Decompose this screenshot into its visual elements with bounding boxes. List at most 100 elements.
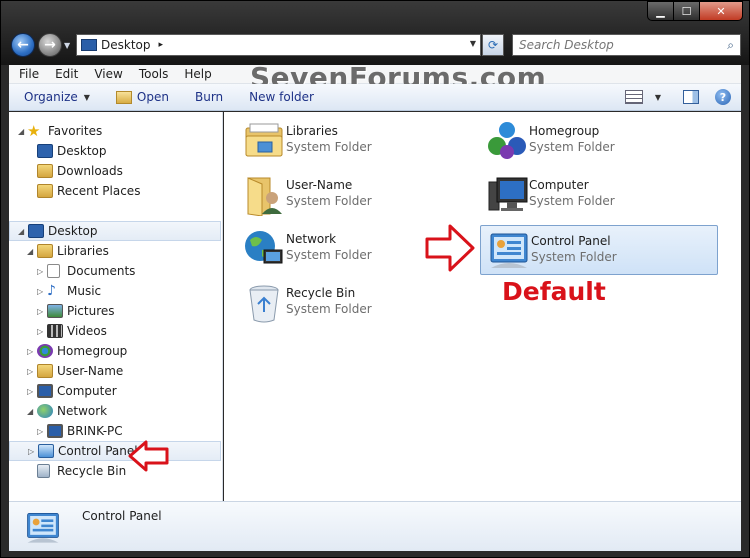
forward-button[interactable]: →: [38, 33, 62, 57]
menu-file[interactable]: File: [19, 67, 39, 81]
expand-arrow-icon[interactable]: ◢: [18, 227, 24, 236]
view-controls: ▼ ?: [624, 89, 731, 105]
search-input[interactable]: [519, 38, 719, 52]
collapse-arrow-icon[interactable]: ▷: [28, 447, 34, 456]
content-item-recycle-bin[interactable]: Recycle Bin System Folder: [236, 278, 476, 328]
content-item-user-name[interactable]: User-Name System Folder: [236, 170, 476, 220]
item-type: System Folder: [286, 140, 372, 154]
documents-icon: [47, 264, 60, 278]
user-folder-icon: [37, 364, 53, 378]
help-icon[interactable]: ?: [715, 89, 731, 105]
collapse-arrow-icon[interactable]: ▷: [37, 427, 43, 436]
tree-label: Pictures: [67, 304, 115, 318]
expand-arrow-icon[interactable]: ◢: [27, 407, 33, 416]
tree-label: Control Panel: [58, 444, 138, 458]
tree-item-favorites[interactable]: ◢ ★ Favorites: [9, 121, 221, 141]
expand-arrow-icon[interactable]: ◢: [18, 127, 24, 136]
back-button[interactable]: ←: [11, 33, 35, 57]
address-dropdown-icon[interactable]: ▼: [470, 39, 476, 48]
tree-item-desktop[interactable]: ◢ Desktop: [9, 221, 221, 241]
tree-label: Computer: [57, 384, 117, 398]
preview-pane-icon[interactable]: [683, 90, 699, 104]
recycle-bin-icon: [37, 464, 50, 478]
search-box[interactable]: ⌕: [512, 34, 741, 56]
item-name: Network: [286, 232, 337, 246]
network-icon: [245, 231, 283, 264]
minimize-button[interactable]: ▁: [647, 1, 673, 21]
tree-item-control-panel[interactable]: ▷ Control Panel: [9, 441, 221, 461]
desktop-icon: [37, 144, 53, 158]
tree-item-libraries[interactable]: ◢ Libraries: [9, 241, 221, 261]
command-bar: Organize ▼ Open Burn New folder ▼ ?: [9, 84, 741, 111]
user-folder-icon: [247, 177, 282, 216]
tree-item-documents[interactable]: ▷ Documents: [9, 261, 221, 281]
tree-item-videos[interactable]: ▷ Videos: [9, 321, 221, 341]
content-item-libraries[interactable]: Libraries System Folder: [236, 116, 476, 166]
pictures-icon: [47, 304, 63, 318]
tree-item-computer[interactable]: ▷ Computer: [9, 381, 221, 401]
libraries-icon: [37, 244, 53, 258]
item-name: Computer: [529, 178, 589, 192]
open-button[interactable]: Open: [115, 90, 169, 104]
burn-button[interactable]: Burn: [195, 90, 223, 104]
item-name: User-Name: [286, 178, 353, 192]
item-name: Homegroup: [529, 124, 600, 138]
view-options-dropdown[interactable]: ▼: [655, 93, 661, 102]
tree-label: Desktop: [57, 144, 107, 158]
tree-item-user-name[interactable]: ▷ User-Name: [9, 361, 221, 381]
downloads-icon: [37, 164, 53, 178]
tree-label: User-Name: [57, 364, 124, 378]
tree-item-recycle-bin[interactable]: Recycle Bin: [9, 461, 221, 481]
open-label: Open: [136, 90, 169, 104]
tree-item-homegroup[interactable]: ▷ Homegroup: [9, 341, 221, 361]
tree-label: Favorites: [48, 124, 103, 138]
search-icon[interactable]: ⌕: [727, 38, 734, 53]
new-folder-button[interactable]: New folder: [249, 90, 314, 104]
control-panel-icon: [38, 444, 54, 458]
content-item-control-panel[interactable]: Control Panel System Folder: [480, 225, 718, 275]
menu-help[interactable]: Help: [184, 67, 211, 81]
tree-item-recent-places[interactable]: Recent Places: [9, 181, 221, 201]
change-view-icon[interactable]: [624, 90, 643, 104]
homegroup-icon: [37, 344, 53, 358]
tree-item-brink-pc[interactable]: ▷ BRINK-PC: [9, 421, 221, 441]
collapse-arrow-icon[interactable]: ▷: [27, 347, 33, 356]
refresh-button[interactable]: ⟳: [482, 34, 504, 56]
content-item-computer[interactable]: Computer System Folder: [479, 170, 719, 220]
collapse-arrow-icon[interactable]: ▷: [37, 287, 43, 296]
tree-label: Documents: [67, 264, 136, 278]
collapse-arrow-icon[interactable]: ▷: [37, 307, 43, 316]
menu-edit[interactable]: Edit: [55, 67, 78, 81]
details-pane: Control Panel: [9, 501, 741, 551]
content-item-homegroup[interactable]: Homegroup System Folder: [479, 116, 719, 166]
address-separator-icon[interactable]: ▸: [159, 40, 164, 50]
menu-view[interactable]: View: [94, 67, 122, 81]
organize-button[interactable]: Organize ▼: [24, 90, 90, 104]
collapse-arrow-icon[interactable]: ▷: [27, 387, 33, 396]
tree-label: BRINK-PC: [67, 424, 123, 438]
address-bar[interactable]: Desktop ▸ ▼: [76, 34, 481, 56]
computer-icon: [47, 424, 63, 438]
tree-item-music[interactable]: ▷ ♪ Music: [9, 281, 221, 301]
folder-open-icon: [115, 90, 132, 104]
tree-item-pictures[interactable]: ▷ Pictures: [9, 301, 221, 321]
close-button[interactable]: ✕: [699, 1, 743, 21]
tree-item-downloads[interactable]: Downloads: [9, 161, 221, 181]
tree-item-fav-desktop[interactable]: Desktop: [9, 141, 221, 161]
recent-pages-dropdown[interactable]: ▼: [64, 41, 70, 50]
tree-item-network[interactable]: ◢ Network: [9, 401, 221, 421]
content-pane: Libraries System Folder Homegroup System…: [224, 112, 741, 501]
collapse-arrow-icon[interactable]: ▷: [27, 367, 33, 376]
address-location[interactable]: Desktop: [101, 38, 151, 52]
collapse-arrow-icon[interactable]: ▷: [37, 327, 43, 336]
organize-label: Organize: [24, 90, 78, 104]
star-icon: ★: [27, 122, 41, 140]
tree-label: Videos: [67, 324, 107, 338]
menu-tools[interactable]: Tools: [139, 67, 169, 81]
item-type: System Folder: [286, 194, 372, 208]
expand-arrow-icon[interactable]: ◢: [27, 247, 33, 256]
tree-label: Homegroup: [57, 344, 128, 358]
item-type: System Folder: [286, 248, 372, 262]
maximize-button[interactable]: ☐: [673, 1, 699, 21]
collapse-arrow-icon[interactable]: ▷: [37, 267, 43, 276]
